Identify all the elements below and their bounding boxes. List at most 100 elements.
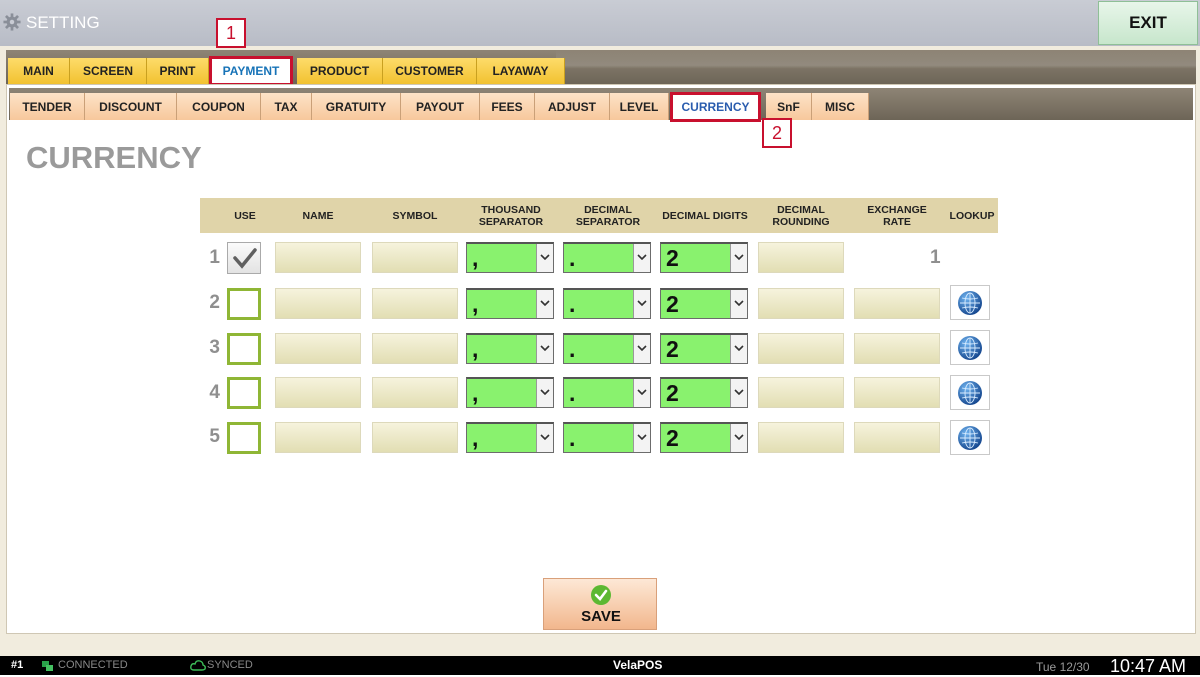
exchange-rate-field[interactable] bbox=[854, 422, 940, 453]
use-checkbox[interactable] bbox=[227, 377, 261, 409]
decimal-rounding-field[interactable] bbox=[758, 288, 844, 319]
tab-print[interactable]: PRINT bbox=[147, 58, 209, 84]
chevron-down-icon bbox=[734, 389, 744, 395]
tab-payment[interactable]: PAYMENT bbox=[209, 56, 293, 86]
sync-status: SYNCED bbox=[207, 659, 253, 671]
thousand-separator-select[interactable]: , bbox=[466, 422, 554, 453]
cloud-icon bbox=[190, 660, 206, 671]
name-field[interactable] bbox=[275, 377, 361, 408]
exit-button[interactable]: EXIT bbox=[1098, 1, 1198, 45]
chevron-down-icon bbox=[540, 434, 550, 440]
symbol-field[interactable] bbox=[372, 422, 458, 453]
symbol-field[interactable] bbox=[372, 377, 458, 408]
tab-tax[interactable]: TAX bbox=[261, 93, 312, 120]
tab-coupon[interactable]: COUPON bbox=[177, 93, 261, 120]
tab-currency[interactable]: CURRENCY bbox=[670, 92, 761, 122]
chevron-down-icon bbox=[637, 389, 647, 395]
decimal-digits-select[interactable]: 2 bbox=[660, 377, 748, 408]
exchange-rate-field[interactable] bbox=[854, 377, 940, 408]
tab-customer[interactable]: CUSTOMER bbox=[383, 58, 477, 84]
use-checkbox[interactable] bbox=[227, 288, 261, 320]
globe-icon bbox=[958, 425, 982, 450]
name-field[interactable] bbox=[275, 333, 361, 364]
decimal-rounding-field[interactable] bbox=[758, 333, 844, 364]
tab-adjust[interactable]: ADJUST bbox=[535, 93, 610, 120]
decimal-separator-select[interactable]: . bbox=[563, 333, 651, 364]
tab-snf[interactable]: SnF bbox=[766, 93, 812, 120]
save-label: SAVE bbox=[581, 608, 621, 625]
chevron-down-icon bbox=[734, 254, 744, 260]
globe-icon bbox=[958, 290, 982, 315]
decimal-digits-select[interactable]: 2 bbox=[660, 422, 748, 453]
decimal-separator-select[interactable]: . bbox=[563, 288, 651, 319]
lookup-button[interactable] bbox=[950, 375, 990, 410]
chevron-down-icon bbox=[540, 254, 550, 260]
column-header-use: USE bbox=[234, 209, 256, 222]
decimal-digits-select[interactable]: 2 bbox=[660, 333, 748, 364]
chevron-down-icon bbox=[734, 300, 744, 306]
use-checkbox[interactable] bbox=[227, 333, 261, 365]
chevron-down-icon bbox=[637, 254, 647, 260]
thousand-separator-select[interactable]: , bbox=[466, 333, 554, 364]
lookup-button[interactable] bbox=[950, 420, 990, 455]
annotation-marker-1: 1 bbox=[216, 18, 246, 48]
page-title: CURRENCY bbox=[26, 140, 202, 175]
sub-tab-bar: TENDER DISCOUNT COUPON TAX GRATUITY PAYO… bbox=[9, 88, 1193, 122]
tab-screen[interactable]: SCREEN bbox=[70, 58, 147, 84]
thousand-separator-select[interactable]: , bbox=[466, 242, 554, 273]
decimal-digits-select[interactable]: 2 bbox=[660, 288, 748, 319]
save-button[interactable]: SAVE bbox=[543, 578, 657, 630]
column-header-decimal-digits: DECIMAL DIGITS bbox=[662, 209, 748, 222]
chevron-down-icon bbox=[540, 300, 550, 306]
main-tab-bar: MAIN SCREEN PRINT PAYMENT PRODUCT CUSTOM… bbox=[6, 50, 1196, 86]
decimal-separator-select[interactable]: . bbox=[563, 242, 651, 273]
name-field[interactable] bbox=[275, 242, 361, 273]
decimal-rounding-field[interactable] bbox=[758, 377, 844, 408]
name-field[interactable] bbox=[275, 288, 361, 319]
chevron-down-icon bbox=[637, 345, 647, 351]
decimal-separator-select[interactable]: . bbox=[563, 377, 651, 408]
column-header-lookup: LOOKUP bbox=[949, 209, 995, 222]
use-checkbox[interactable] bbox=[227, 422, 261, 454]
exchange-rate-value: 1 bbox=[930, 247, 941, 268]
tab-fees[interactable]: FEES bbox=[480, 93, 535, 120]
column-header-decimal-separator: DECIMAL SEPARATOR bbox=[575, 203, 641, 228]
globe-icon bbox=[958, 380, 982, 405]
symbol-field[interactable] bbox=[372, 242, 458, 273]
tab-discount[interactable]: DISCOUNT bbox=[85, 93, 177, 120]
chevron-down-icon bbox=[637, 300, 647, 306]
row-number: 1 bbox=[209, 247, 220, 268]
symbol-field[interactable] bbox=[372, 288, 458, 319]
row-number: 2 bbox=[209, 292, 220, 313]
column-header-decimal-rounding: DECIMAL ROUNDING bbox=[772, 203, 830, 228]
station-number: #1 bbox=[11, 659, 24, 671]
exchange-rate-field[interactable] bbox=[854, 288, 940, 319]
ok-circle-icon bbox=[591, 585, 611, 605]
tab-layaway[interactable]: LAYAWAY bbox=[477, 58, 565, 84]
tab-gratuity[interactable]: GRATUITY bbox=[312, 93, 401, 120]
thousand-separator-select[interactable]: , bbox=[466, 288, 554, 319]
decimal-digits-select[interactable]: 2 bbox=[660, 242, 748, 273]
tab-tender[interactable]: TENDER bbox=[10, 93, 85, 120]
tab-misc[interactable]: MISC bbox=[812, 93, 869, 120]
column-header-name: NAME bbox=[302, 209, 334, 222]
tab-level[interactable]: LEVEL bbox=[610, 93, 669, 120]
exchange-rate-field[interactable] bbox=[854, 333, 940, 364]
tab-product[interactable]: PRODUCT bbox=[297, 58, 383, 84]
decimal-rounding-field[interactable] bbox=[758, 422, 844, 453]
symbol-field[interactable] bbox=[372, 333, 458, 364]
tab-main[interactable]: MAIN bbox=[8, 58, 70, 84]
tab-payout[interactable]: PAYOUT bbox=[401, 93, 480, 120]
use-checkbox[interactable] bbox=[227, 242, 261, 274]
currency-table-header: USE NAME SYMBOL THOUSAND SEPARATOR DECIM… bbox=[200, 198, 998, 233]
decimal-rounding-field[interactable] bbox=[758, 242, 844, 273]
lookup-button[interactable] bbox=[950, 330, 990, 365]
chevron-down-icon bbox=[540, 389, 550, 395]
row-number: 5 bbox=[209, 426, 220, 447]
lookup-button[interactable] bbox=[950, 285, 990, 320]
annotation-marker-2: 2 bbox=[762, 118, 792, 148]
thousand-separator-select[interactable]: , bbox=[466, 377, 554, 408]
decimal-separator-select[interactable]: . bbox=[563, 422, 651, 453]
name-field[interactable] bbox=[275, 422, 361, 453]
checkmark-icon bbox=[233, 248, 257, 269]
